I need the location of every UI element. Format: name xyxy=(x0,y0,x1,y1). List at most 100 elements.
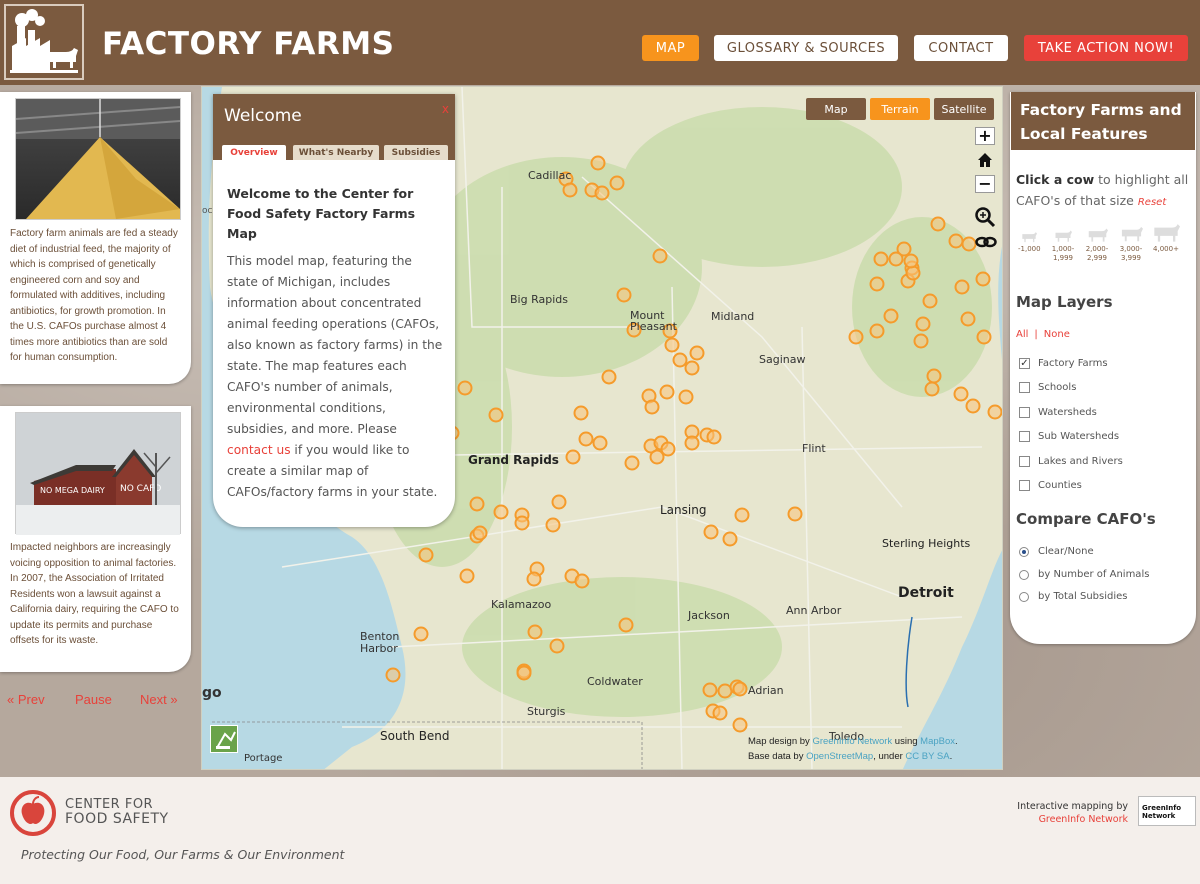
footer-tagline: Protecting Our Food, Our Farms & Our Env… xyxy=(21,847,345,862)
layer-watersheds[interactable]: Watersheds xyxy=(1019,407,1097,418)
radio-icon[interactable] xyxy=(1019,591,1029,602)
compare-by-subsidies[interactable]: by Total Subsidies xyxy=(1019,591,1128,602)
welcome-paragraph: This model map, featuring the state of M… xyxy=(227,254,443,499)
cfs-org-name: CENTER FOR FOOD SAFETY xyxy=(65,797,169,827)
right-panel: Factory Farms and Local Features Click a… xyxy=(1010,92,1196,644)
map-label-adrian: Adrian xyxy=(748,684,784,697)
basemap-map-button[interactable]: Map xyxy=(806,98,866,120)
checkbox-icon[interactable] xyxy=(1019,456,1030,467)
checkbox-icon[interactable] xyxy=(1019,382,1030,393)
header: FACTORY FARMS MAP GLOSSARY & SOURCES CON… xyxy=(0,0,1200,85)
map-credits: Map design by GreenInfo Network using Ma… xyxy=(748,736,958,762)
greeninfo-credit-link[interactable]: GreenInfo Network xyxy=(812,736,892,747)
contact-us-link[interactable]: contact us xyxy=(227,443,291,457)
layer-sub-watersheds[interactable]: Sub Watersheds xyxy=(1019,431,1119,442)
map-label-grand-rapids: Grand Rapids xyxy=(468,453,559,467)
barn-sign-mega-dairy: NO MEGA DAIRY xyxy=(40,486,105,495)
basemap-satellite-button[interactable]: Satellite xyxy=(934,98,994,120)
map-label-big-rapids: Big Rapids xyxy=(510,293,568,306)
home-button[interactable] xyxy=(975,151,995,169)
layer-factory-farms[interactable]: ✓ Factory Farms xyxy=(1019,358,1108,369)
map-label-south-bend: South Bend xyxy=(380,729,450,743)
cow-size-3[interactable]: 2,000-2,999 xyxy=(1084,228,1110,263)
take-action-button[interactable]: TAKE ACTION NOW! xyxy=(1024,35,1188,61)
map-label-sterling-heights: Sterling Heights xyxy=(882,537,971,550)
cow-icon xyxy=(1154,224,1180,242)
cow-instructions: Click a cow to highlight all CAFO's of t… xyxy=(1016,172,1189,208)
compare-cafos-heading: Compare CAFO's xyxy=(1016,510,1156,528)
basemap-terrain-button[interactable]: Terrain xyxy=(870,98,930,120)
share-link-button[interactable] xyxy=(975,234,997,248)
close-icon[interactable]: x xyxy=(442,102,449,116)
tab-whats-nearby[interactable]: What's Nearby xyxy=(293,145,379,160)
layer-lakes-rivers[interactable]: Lakes and Rivers xyxy=(1019,456,1123,467)
map-label-detroit: Detroit xyxy=(898,585,954,601)
tab-overview[interactable]: Overview xyxy=(222,145,286,160)
nav-glossary-button[interactable]: GLOSSARY & SOURCES xyxy=(714,35,898,61)
right-panel-title: Factory Farms and Local Features xyxy=(1011,92,1195,150)
site-title[interactable]: FACTORY FARMS xyxy=(102,26,394,62)
next-button[interactable]: Next » xyxy=(140,692,178,707)
nav-contact-button[interactable]: CONTACT xyxy=(914,35,1008,61)
checkbox-icon[interactable] xyxy=(1019,480,1030,491)
layer-schools[interactable]: Schools xyxy=(1019,382,1076,393)
magnifier-icon xyxy=(975,207,996,228)
cow-icon xyxy=(1055,230,1072,242)
greeninfo-footer-link[interactable]: GreenInfo Network xyxy=(1017,813,1128,826)
map-label-jackson: Jackson xyxy=(688,609,730,622)
map-label-sturgis: Sturgis xyxy=(527,705,566,718)
compare-clear-none[interactable]: Clear/None xyxy=(1019,546,1094,557)
checkbox-icon[interactable] xyxy=(1019,431,1030,442)
cow-size-2[interactable]: 1,000-1,999 xyxy=(1050,230,1076,263)
greeninfo-map-badge[interactable] xyxy=(210,725,238,753)
map-label-lansing: Lansing xyxy=(660,503,707,517)
cow-icon xyxy=(1088,228,1108,242)
radio-icon[interactable] xyxy=(1019,569,1029,580)
radio-selected-icon[interactable] xyxy=(1019,546,1029,557)
cow-size-5[interactable]: 4,000+ xyxy=(1152,224,1180,254)
cow-icon xyxy=(1022,232,1038,243)
feed-info-text: Factory farm animals are fed a steady di… xyxy=(10,228,178,363)
reset-link[interactable]: Reset xyxy=(1138,197,1166,208)
welcome-title: Welcome xyxy=(224,106,302,126)
link-icon xyxy=(975,236,997,248)
tab-subsidies[interactable]: Subsidies xyxy=(384,145,448,160)
layers-none-link[interactable]: None xyxy=(1044,329,1070,340)
welcome-heading: Welcome to the Center for Food Safety Fa… xyxy=(227,186,416,241)
layers-all-link[interactable]: All xyxy=(1016,329,1028,340)
map-label-benton-harbor: Benton Harbor xyxy=(360,630,400,655)
map-label-mount-pleasant: Mount Pleasant xyxy=(630,309,677,333)
factory-cow-icon xyxy=(10,9,78,73)
map-label-midland: Midland xyxy=(711,310,755,323)
checkbox-checked-icon[interactable]: ✓ xyxy=(1019,358,1030,369)
map-layers-heading: Map Layers xyxy=(1016,293,1113,311)
map-label-flint: Flint xyxy=(802,442,826,455)
map-edge-label-go: go xyxy=(202,685,222,701)
cfs-logo[interactable] xyxy=(10,790,56,836)
zoom-magnifier-button[interactable] xyxy=(974,206,996,228)
interactive-mapping-credit: Interactive mapping by GreenInfo Network xyxy=(1017,801,1128,826)
cfs-apple-icon xyxy=(10,790,56,836)
compare-by-animals[interactable]: by Number of Animals xyxy=(1019,569,1149,580)
cc-license-link[interactable]: CC BY SA xyxy=(905,751,949,762)
welcome-popup: Welcome x Overview What's Nearby Subsidi… xyxy=(213,94,455,527)
no-cafo-barn-photo: NO MEGA DAIRY NO CAFO xyxy=(15,412,181,535)
layer-counties[interactable]: Counties xyxy=(1019,480,1082,491)
info-card-neighbors: NO MEGA DAIRY NO CAFO Impacted neighbors… xyxy=(0,406,191,672)
greeninfo-logo[interactable]: GreenInfo Network xyxy=(1138,796,1196,826)
cow-size-1[interactable]: -1,000 xyxy=(1018,232,1041,254)
osm-credit-link[interactable]: OpenStreetMap xyxy=(806,751,873,762)
nav-map-button[interactable]: MAP xyxy=(642,35,699,61)
pause-button[interactable]: Pause xyxy=(75,692,112,707)
prev-button[interactable]: « Prev xyxy=(7,692,45,707)
factory-farm-logo[interactable] xyxy=(4,4,84,80)
footer xyxy=(0,777,1200,884)
checkbox-icon[interactable] xyxy=(1019,407,1030,418)
map-edge-label-oc: oc xyxy=(202,206,213,216)
info-card-feed: Factory farm animals are fed a steady di… xyxy=(0,92,191,384)
cow-size-4[interactable]: 3,000-3,999 xyxy=(1118,226,1144,263)
feed-silo-photo xyxy=(15,98,181,220)
mapbox-credit-link[interactable]: MapBox xyxy=(920,736,955,747)
zoom-out-button[interactable]: − xyxy=(975,175,995,193)
zoom-in-button[interactable]: + xyxy=(975,127,995,145)
